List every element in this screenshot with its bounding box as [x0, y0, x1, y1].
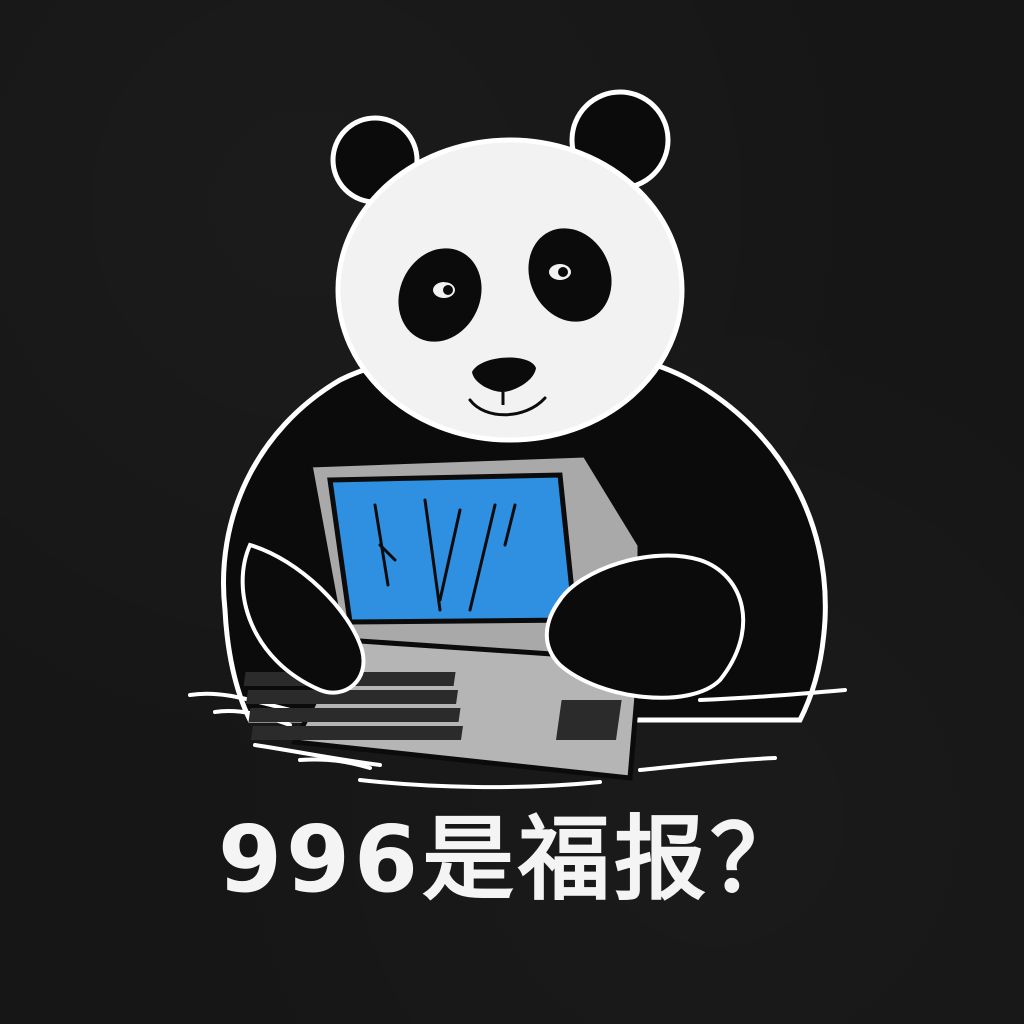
face [335, 137, 685, 443]
poster: 996是福报？ [0, 0, 1024, 1024]
panda-head [330, 89, 685, 443]
caption-text: 996是福报？ [217, 806, 807, 913]
